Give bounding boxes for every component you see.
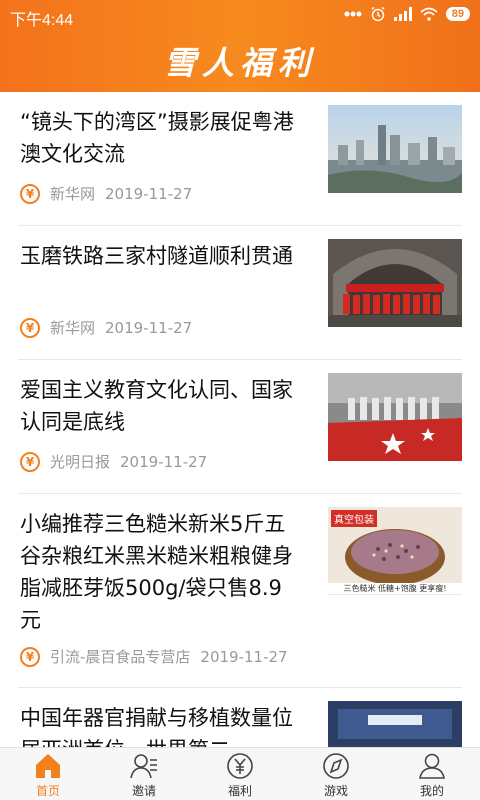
- news-source: 引流-晨百食品专营店: [50, 648, 191, 666]
- news-date: 2019-11-27: [200, 647, 288, 666]
- tab-label: 首页: [35, 784, 60, 798]
- tab-label: 福利: [227, 784, 252, 798]
- news-title: 玉磨铁路三家村隧道顺利贯通: [20, 244, 293, 268]
- home-icon: [36, 754, 60, 778]
- news-date: 2019-11-27: [105, 184, 193, 203]
- news-item[interactable]: 爱国主义教育文化认同、国家认同是底线 ¥ 光明日报 2019-11-27: [18, 360, 462, 494]
- news-meta: ¥ 新华网 2019-11-27: [20, 317, 192, 338]
- city-skyline-photo: [328, 105, 462, 193]
- news-title: 爱国主义教育文化认同、国家认同是底线: [20, 378, 293, 434]
- news-title: 小编推荐三色糙米新米5斤五谷杂粮红米黑米糙米粗粮健身脂减胚芽饭500g/袋只售8…: [20, 512, 293, 632]
- tab-label: 游戏: [323, 784, 348, 798]
- compass-icon: [323, 753, 349, 779]
- news-source: 新华网: [50, 319, 96, 337]
- yuan-coin-icon: ¥: [20, 646, 40, 667]
- tab-label: 我的: [419, 784, 444, 798]
- news-item[interactable]: 中国年器官捐献与移植数量位居亚洲首位，世界第二: [18, 688, 462, 747]
- status-bar: 下午4:44 89: [0, 0, 480, 30]
- battery-indicator: 89: [445, 7, 470, 21]
- news-date: 2019-11-27: [105, 318, 193, 337]
- product-caption: 三色糙米 低糖+饱腹 更享瘦!: [328, 583, 462, 594]
- conference-photo: [328, 701, 462, 747]
- news-meta: ¥ 光明日报 2019-11-27: [20, 451, 207, 472]
- yuan-coin-icon: ¥: [20, 183, 40, 204]
- news-source: 光明日报: [50, 453, 111, 471]
- tab-mine[interactable]: 我的: [384, 748, 480, 800]
- yuan-coin-icon: [227, 753, 253, 779]
- tab-games[interactable]: 游戏: [288, 748, 384, 800]
- status-time: 下午4:44: [10, 12, 74, 29]
- notification-dots-icon: [344, 11, 362, 17]
- tunnel-workers-photo: [328, 239, 462, 327]
- yuan-coin-icon: ¥: [20, 451, 40, 472]
- yuan-coin-icon: ¥: [20, 317, 40, 338]
- invite-user-icon: [130, 754, 157, 779]
- tab-invite[interactable]: 邀请: [96, 748, 192, 800]
- news-feed: “镜头下的湾区”摄影展促粤港澳文化交流 ¥ 新华网 2019-11-27 玉磨铁…: [0, 92, 480, 747]
- news-meta: ¥ 引流-晨百食品专营店 2019-11-27: [20, 646, 288, 667]
- signal-strength-icon: [393, 7, 412, 21]
- flag-ceremony-photo: [328, 373, 462, 461]
- news-item[interactable]: 玉磨铁路三家村隧道顺利贯通 ¥ 新华网 2019-11-27: [18, 226, 462, 360]
- app-header: 下午4:44 89 雪人福利: [0, 0, 480, 92]
- tab-welfare[interactable]: 福利: [192, 748, 288, 800]
- news-source: 新华网: [50, 185, 96, 203]
- rice-product-photo: 真空包装 三色糙米 低糖+饱腹 更享瘦!: [328, 507, 462, 595]
- status-icons: 89: [344, 6, 470, 22]
- product-badge: 真空包装: [331, 510, 377, 527]
- wifi-icon: [420, 7, 438, 21]
- tab-home[interactable]: 首页: [0, 748, 96, 800]
- news-date: 2019-11-27: [120, 452, 208, 471]
- tab-label: 邀请: [131, 784, 156, 798]
- news-item[interactable]: “镜头下的湾区”摄影展促粤港澳文化交流 ¥ 新华网 2019-11-27: [18, 92, 462, 226]
- news-item[interactable]: 小编推荐三色糙米新米5斤五谷杂粮红米黑米糙米粗粮健身脂减胚芽饭500g/袋只售8…: [18, 494, 462, 688]
- alarm-clock-icon: [371, 6, 385, 22]
- profile-icon: [419, 753, 445, 779]
- news-title: “镜头下的湾区”摄影展促粤港澳文化交流: [20, 110, 294, 166]
- news-meta: ¥ 新华网 2019-11-27: [20, 183, 192, 204]
- app-title: 雪人福利: [163, 44, 316, 82]
- bottom-tab-bar: 首页 邀请 福利 游戏 我的: [0, 747, 480, 800]
- news-title: 中国年器官捐献与移植数量位居亚洲首位，世界第二: [20, 706, 293, 747]
